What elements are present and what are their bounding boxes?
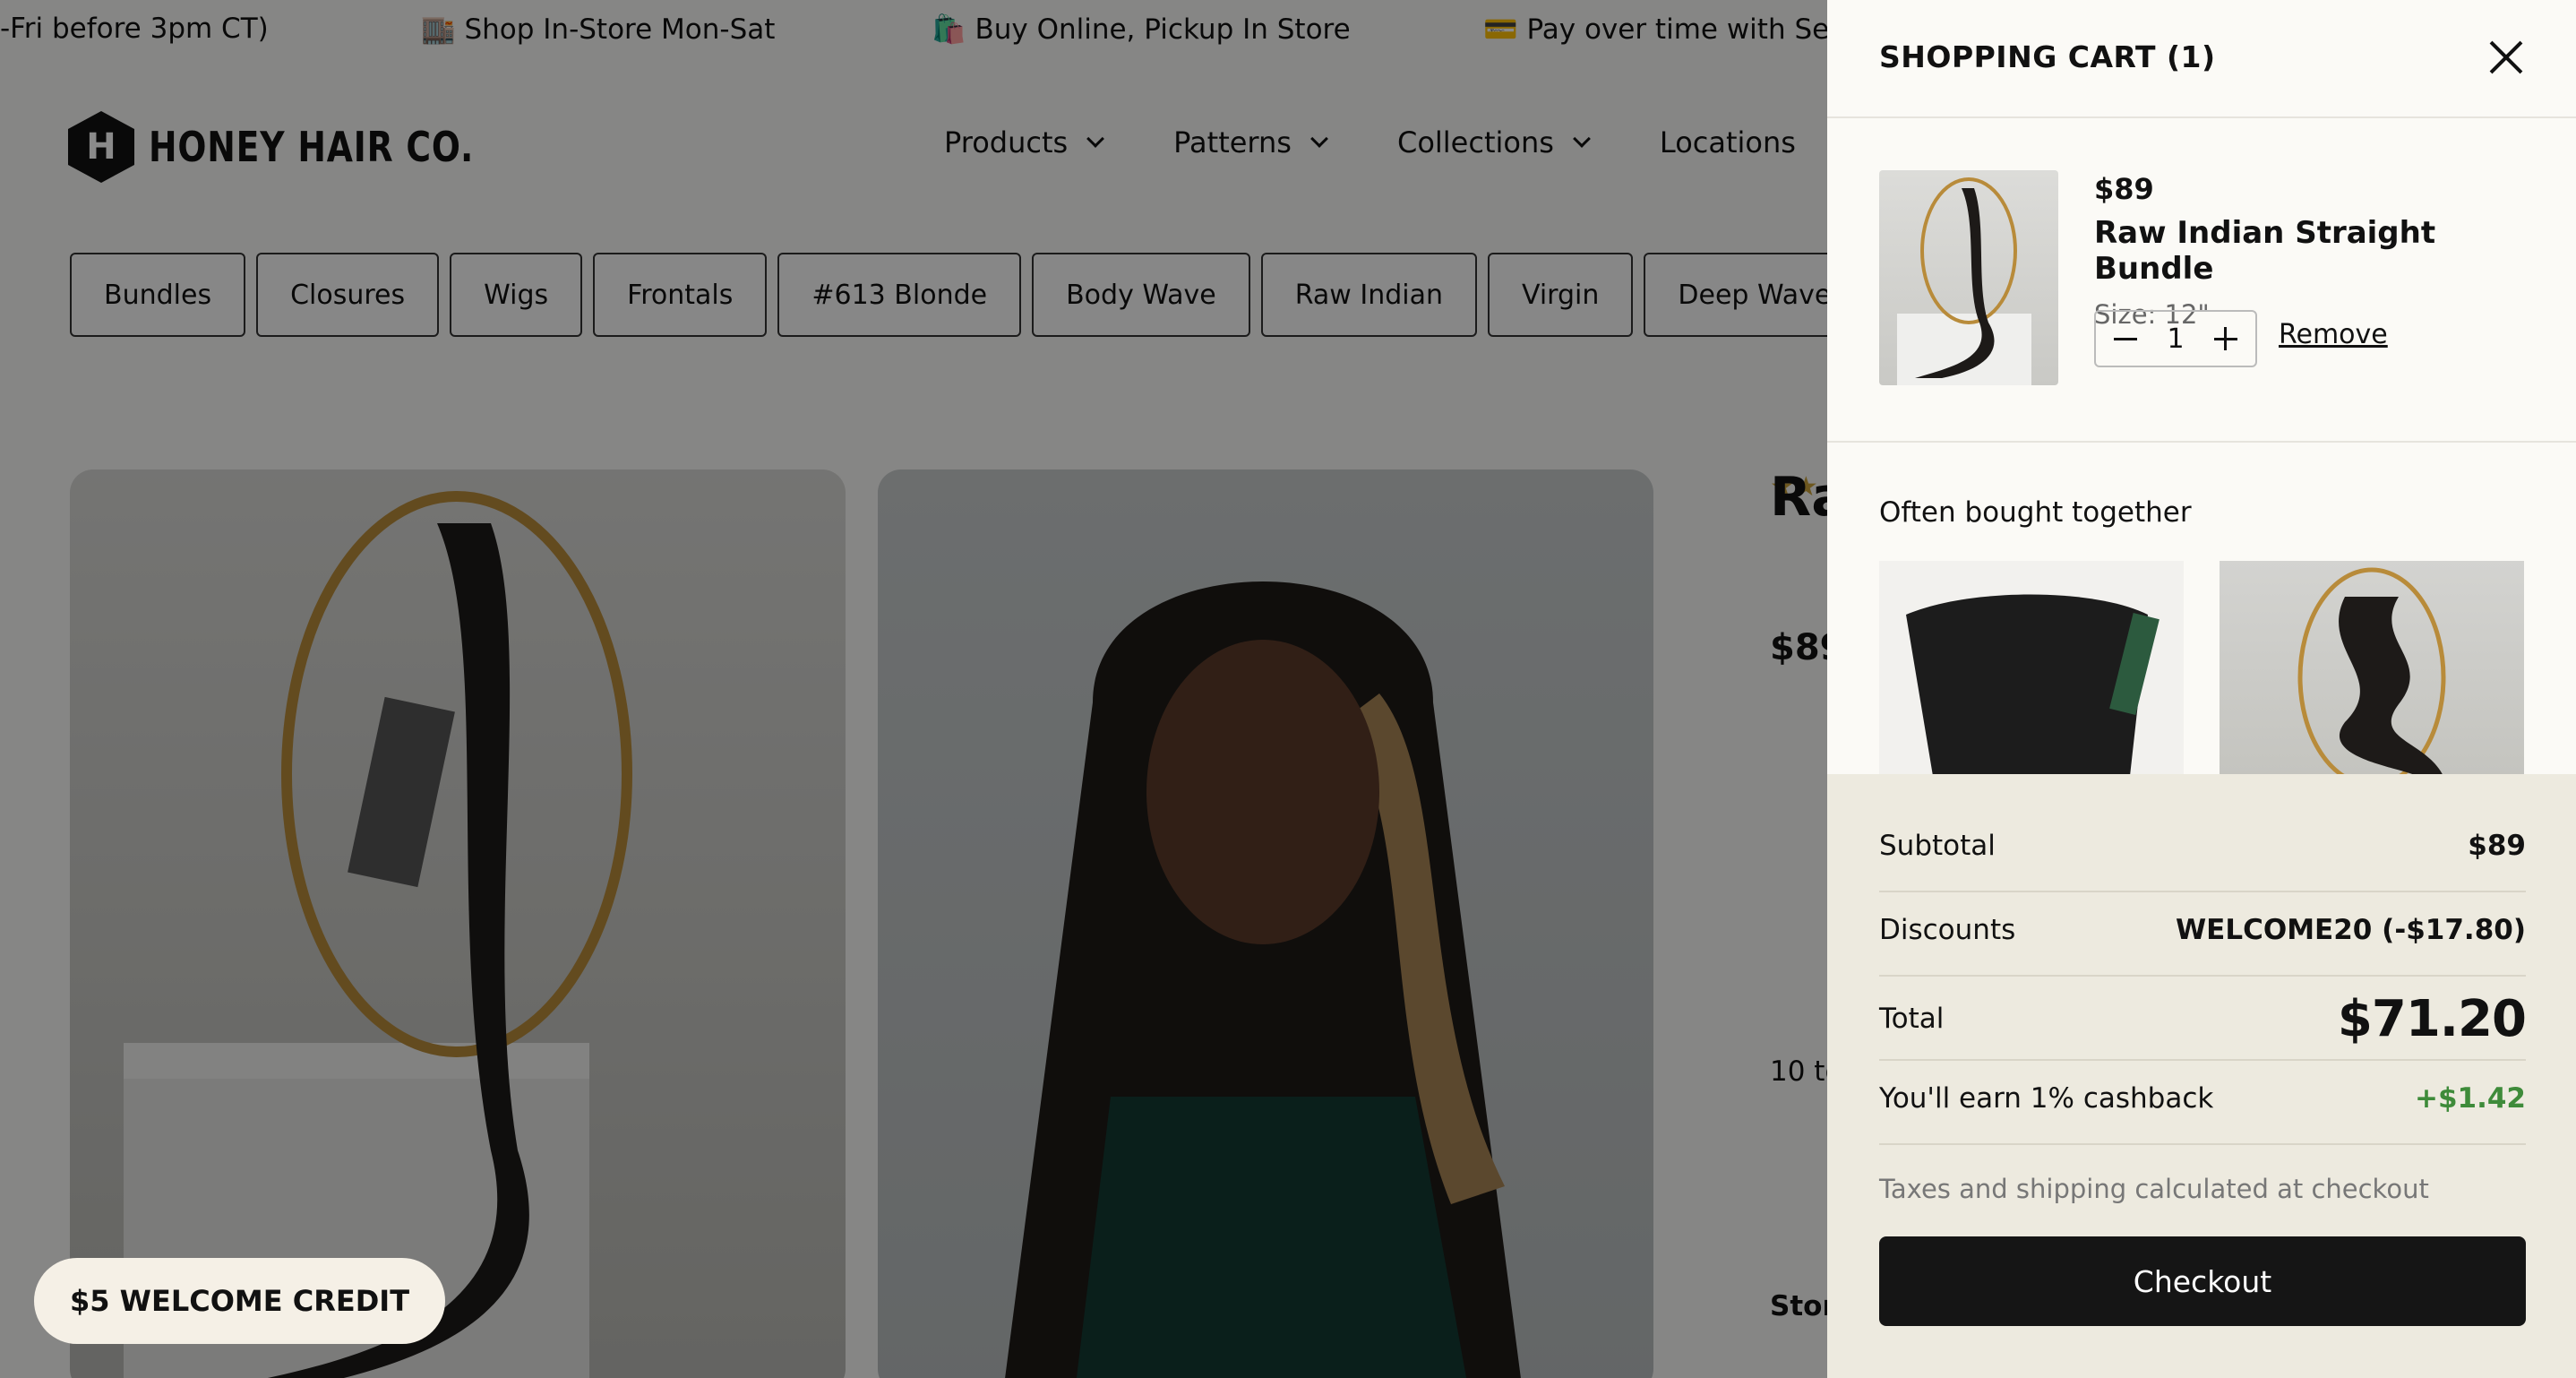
cashback-value: +$1.42 [2414,1082,2526,1115]
cart-item-price: $89 [2094,172,2154,206]
cart-item-info: $89 Raw Indian Straight Bundle Size: 12" [2094,172,2533,330]
subtotal-value: $89 [2468,830,2526,862]
divider [1827,441,2576,443]
close-icon[interactable] [2483,34,2529,81]
tax-note: Taxes and shipping calculated at checkou… [1879,1174,2429,1204]
total-row: Total $71.20 [1879,986,2527,1052]
subtotal-row: Subtotal $89 [1879,830,2526,862]
cart-title: SHOPPING CART (1) [1879,39,2216,74]
quantity-stepper: 1 [2094,310,2257,367]
often-bought-carousel [1879,561,2560,776]
often-bought-title: Often bought together [1879,496,2192,529]
checkout-button[interactable]: Checkout [1879,1236,2526,1326]
cart-item-thumbnail[interactable] [1879,170,2058,385]
recommended-product-frontal[interactable] [1879,561,2184,776]
remove-link[interactable]: Remove [2279,319,2388,350]
total-label: Total [1879,1003,1945,1035]
bundle-thumbnail-illustration [1897,177,2031,385]
discounts-label: Discounts [1879,914,2016,946]
frontal-illustration [1906,594,2160,776]
quantity-value[interactable]: 1 [2167,323,2184,355]
subtotal-label: Subtotal [1879,830,1996,862]
divider [1879,975,2526,977]
discounts-row: Discounts WELCOME20 (-$17.80) [1879,914,2526,946]
discounts-value: WELCOME20 (-$17.80) [2175,914,2526,946]
drawer-backdrop[interactable] [0,0,1827,1378]
divider [1879,1059,2526,1061]
total-value: $71.20 [2337,989,2527,1048]
welcome-credit-button[interactable]: $5 WELCOME CREDIT [34,1258,446,1344]
divider [1879,891,2526,892]
cashback-label: You'll earn 1% cashback [1879,1082,2214,1115]
plus-icon[interactable] [2212,325,2239,352]
body-wave-illustration [2297,567,2446,776]
cart-drawer: SHOPPING CART (1) $89 Raw Indian Straigh… [1827,0,2576,1378]
cart-item-name[interactable]: Raw Indian Straight Bundle [2094,215,2533,287]
cart-line-item: $89 Raw Indian Straight Bundle Size: 12"… [1879,170,2533,385]
minus-icon[interactable] [2112,325,2139,352]
cart-header: SHOPPING CART (1) [1827,0,2576,118]
divider [1879,1143,2526,1145]
recommended-product-body-wave[interactable] [2220,561,2524,776]
cashback-row: You'll earn 1% cashback +$1.42 [1879,1082,2526,1115]
